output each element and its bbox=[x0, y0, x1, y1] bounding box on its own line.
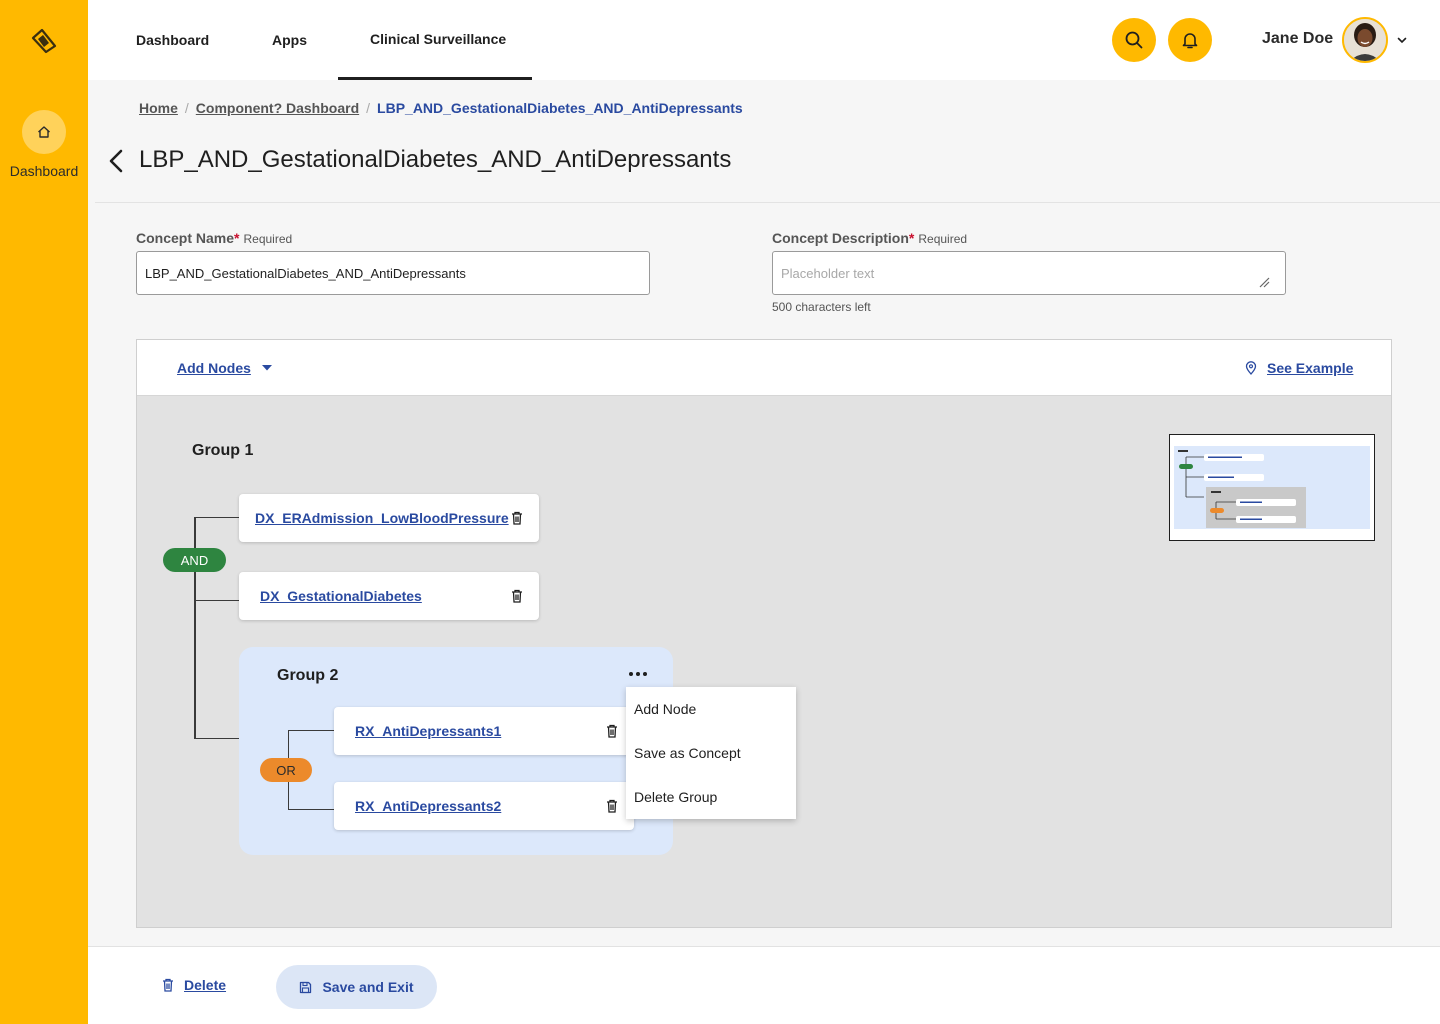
menu-item-add-node[interactable]: Add Node bbox=[634, 701, 696, 717]
notifications-button[interactable] bbox=[1168, 18, 1212, 62]
group-options-menu: Add Node Save as Concept Delete Group bbox=[626, 687, 796, 819]
trash-icon bbox=[163, 978, 173, 992]
back-arrow-icon[interactable] bbox=[106, 148, 126, 179]
save-and-exit-button[interactable]: Save and Exit bbox=[276, 965, 437, 1009]
node-link[interactable]: RX_AntiDepressants1 bbox=[355, 723, 501, 739]
node-link[interactable]: DX_GestationalDiabetes bbox=[260, 588, 422, 604]
and-operator-pill[interactable]: AND bbox=[163, 548, 226, 572]
canvas-minimap[interactable] bbox=[1169, 434, 1375, 541]
menu-item-delete-group[interactable]: Delete Group bbox=[634, 789, 717, 805]
connector-line bbox=[194, 600, 240, 601]
location-pin-icon bbox=[1245, 361, 1257, 375]
breadcrumb-separator: / bbox=[366, 100, 371, 116]
search-icon bbox=[1125, 31, 1143, 49]
save-and-exit-label: Save and Exit bbox=[322, 979, 414, 995]
concept-name-label: Concept Name* Required bbox=[136, 230, 292, 246]
more-dots-icon bbox=[636, 672, 640, 676]
delete-button[interactable]: Delete bbox=[162, 977, 226, 993]
concept-description-label: Concept Description* Required bbox=[772, 230, 967, 246]
nav-tab-clinical-surveillance[interactable]: Clinical Surveillance bbox=[338, 0, 532, 80]
node-link[interactable]: RX_AntiDepressants2 bbox=[355, 798, 501, 814]
home-icon bbox=[38, 126, 50, 138]
trash-icon[interactable] bbox=[606, 724, 618, 738]
search-button[interactable] bbox=[1112, 18, 1156, 62]
concept-description-input[interactable] bbox=[772, 251, 1286, 295]
required-text: Required bbox=[918, 232, 968, 246]
node-link[interactable]: DX_ERAdmission_LowBloodPressure bbox=[255, 510, 509, 526]
node-card: DX_ERAdmission_LowBloodPressure bbox=[239, 494, 539, 542]
canvas-toolbar: Add Nodes See Example bbox=[137, 340, 1391, 396]
more-dots-icon bbox=[629, 672, 633, 676]
bell-icon bbox=[1182, 33, 1198, 49]
menu-item-save-as-concept[interactable]: Save as Concept bbox=[634, 745, 741, 761]
connector-line bbox=[288, 730, 334, 731]
concept-name-input[interactable] bbox=[136, 251, 650, 295]
sidebar-home-button[interactable] bbox=[22, 110, 66, 154]
node-card: RX_AntiDepressants1 bbox=[334, 707, 634, 755]
group-2-more-options-button[interactable] bbox=[624, 662, 652, 686]
concept-name-label-text: Concept Name bbox=[136, 230, 235, 246]
required-text: Required bbox=[243, 232, 293, 246]
user-menu-chevron-down-icon[interactable] bbox=[1396, 33, 1408, 51]
breadcrumb-home[interactable]: Home bbox=[139, 100, 178, 116]
more-dots-icon bbox=[643, 672, 647, 676]
add-nodes-label: Add Nodes bbox=[177, 360, 251, 376]
see-example-label: See Example bbox=[1267, 360, 1354, 376]
or-operator-pill[interactable]: OR bbox=[260, 758, 312, 782]
group-2-title: Group 2 bbox=[277, 667, 339, 684]
trash-icon[interactable] bbox=[511, 589, 523, 603]
sidebar: Dashboard bbox=[0, 0, 88, 1024]
breadcrumb-separator: / bbox=[184, 100, 189, 116]
required-star: * bbox=[234, 230, 240, 246]
breadcrumb-component-dashboard[interactable]: Component? Dashboard bbox=[196, 100, 359, 116]
connector-line bbox=[288, 809, 334, 810]
nav-tab-apps[interactable]: Apps bbox=[272, 0, 307, 80]
group-1-title: Group 1 bbox=[192, 442, 254, 459]
user-avatar[interactable] bbox=[1342, 17, 1388, 63]
footer-action-bar: Delete Save and Exit bbox=[88, 946, 1440, 1024]
caret-down-icon bbox=[261, 365, 272, 371]
node-card: DX_GestationalDiabetes bbox=[239, 572, 539, 620]
nav-tab-dashboard[interactable]: Dashboard bbox=[136, 0, 209, 80]
add-nodes-dropdown[interactable]: Add Nodes bbox=[177, 360, 273, 376]
page-title: LBP_AND_GestationalDiabetes_AND_AntiDepr… bbox=[139, 146, 732, 173]
trash-icon[interactable] bbox=[511, 511, 523, 525]
node-card: RX_AntiDepressants2 bbox=[334, 782, 634, 830]
concept-description-label-text: Concept Description bbox=[772, 230, 909, 246]
connector-line bbox=[194, 517, 240, 518]
sidebar-home-label: Dashboard bbox=[9, 163, 79, 179]
breadcrumb: Home / Component? Dashboard / LBP_AND_Ge… bbox=[139, 100, 743, 116]
save-disk-icon bbox=[300, 981, 312, 993]
top-navigation: Dashboard Apps Clinical Surveillance Jan… bbox=[88, 0, 1440, 80]
required-star: * bbox=[908, 230, 915, 246]
connector-line bbox=[194, 738, 240, 739]
see-example-link[interactable]: See Example bbox=[1245, 360, 1353, 376]
title-divider bbox=[95, 202, 1440, 203]
user-name[interactable]: Jane Doe bbox=[1262, 30, 1333, 48]
chars-left-text: 500 characters left bbox=[772, 300, 871, 314]
app-logo-icon[interactable] bbox=[29, 26, 59, 56]
resize-handle-icon[interactable] bbox=[1258, 275, 1270, 293]
breadcrumb-current: LBP_AND_GestationalDiabetes_AND_AntiDepr… bbox=[377, 100, 743, 116]
delete-label: Delete bbox=[184, 977, 227, 993]
trash-icon[interactable] bbox=[606, 799, 618, 813]
